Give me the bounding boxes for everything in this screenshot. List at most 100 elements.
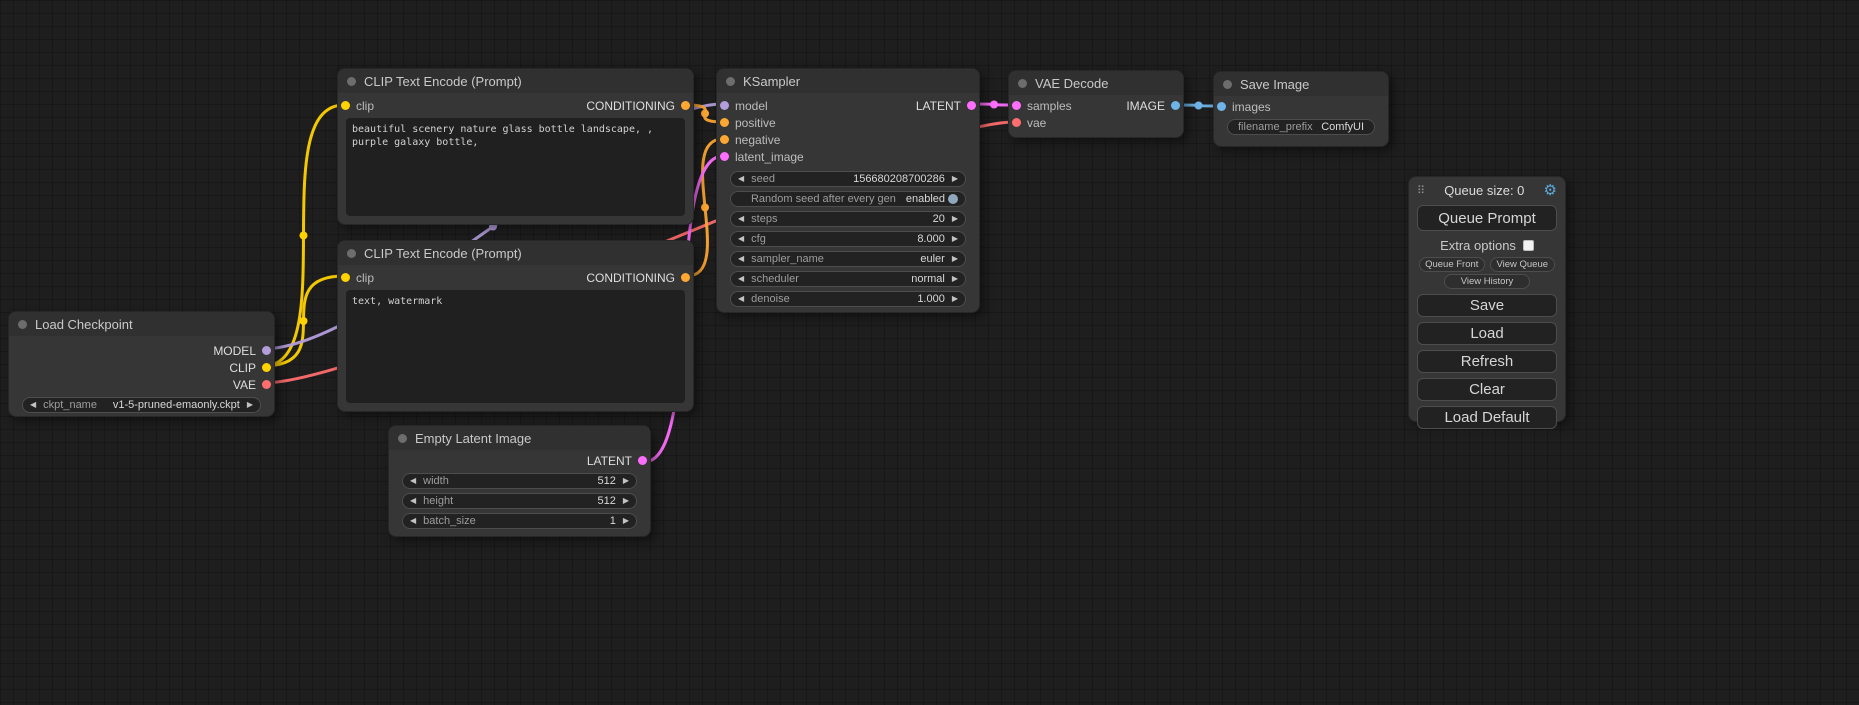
node-title: CLIP Text Encode (Prompt) xyxy=(364,246,522,261)
drag-handle-icon[interactable]: ⠿ xyxy=(1417,184,1425,197)
settings-gear-icon[interactable]: ⚙ xyxy=(1544,183,1557,198)
save-button[interactable]: Save xyxy=(1417,294,1557,317)
node-vae-decode[interactable]: VAE Decode samples IMAGE vae xyxy=(1008,70,1184,138)
view-queue-button[interactable]: View Queue xyxy=(1490,257,1556,272)
output-slot-clip[interactable] xyxy=(262,363,271,372)
node-title-bar[interactable]: CLIP Text Encode (Prompt) xyxy=(338,69,693,93)
widget-value: v1-5-pruned-emaonly.ckpt xyxy=(113,399,240,411)
output-slot-image[interactable] xyxy=(1171,101,1180,110)
collapse-dot-icon[interactable] xyxy=(347,77,356,86)
batch-size-widget[interactable]: ◀ batch_size 1 ▶ xyxy=(402,513,637,529)
height-widget[interactable]: ◀ height 512 ▶ xyxy=(402,493,637,509)
output-slot-latent[interactable] xyxy=(638,456,647,465)
filename-prefix-widget[interactable]: filename_prefix ComfyUI xyxy=(1227,119,1375,135)
decrement-arrow-icon[interactable]: ◀ xyxy=(410,477,416,485)
negative-prompt-textarea[interactable]: text, watermark xyxy=(346,290,685,403)
collapse-dot-icon[interactable] xyxy=(347,249,356,258)
toggle-dot-icon[interactable] xyxy=(948,194,958,204)
slot-label: vae xyxy=(1027,116,1046,130)
increment-arrow-icon[interactable]: ▶ xyxy=(952,175,958,183)
decrement-arrow-icon[interactable]: ◀ xyxy=(30,401,36,409)
denoise-widget[interactable]: ◀ denoise 1.000 ▶ xyxy=(730,291,966,307)
increment-arrow-icon[interactable]: ▶ xyxy=(247,401,253,409)
input-slot-clip[interactable] xyxy=(341,273,350,282)
ckpt-name-widget[interactable]: ◀ ckpt_name v1-5-pruned-emaonly.ckpt ▶ xyxy=(22,397,261,413)
slot-label: clip xyxy=(356,271,374,285)
input-slot-latent-image[interactable] xyxy=(720,152,729,161)
collapse-dot-icon[interactable] xyxy=(1223,80,1232,89)
cfg-widget[interactable]: ◀ cfg 8.000 ▶ xyxy=(730,231,966,247)
node-clip-text-encode-positive[interactable]: CLIP Text Encode (Prompt) clip CONDITION… xyxy=(337,68,694,225)
widget-label: width xyxy=(423,475,597,487)
increment-arrow-icon[interactable]: ▶ xyxy=(952,215,958,223)
widget-value: 512 xyxy=(597,475,615,487)
slot-label: LATENT xyxy=(916,99,961,113)
output-slot-conditioning[interactable] xyxy=(681,101,690,110)
node-load-checkpoint[interactable]: Load Checkpoint MODEL CLIP VAE ◀ ckpt_na… xyxy=(8,311,275,417)
output-slot-vae[interactable] xyxy=(262,380,271,389)
node-title-bar[interactable]: Save Image xyxy=(1214,72,1388,96)
increment-arrow-icon[interactable]: ▶ xyxy=(952,275,958,283)
width-widget[interactable]: ◀ width 512 ▶ xyxy=(402,473,637,489)
input-slot-model[interactable] xyxy=(720,101,729,110)
input-slot-negative[interactable] xyxy=(720,135,729,144)
collapse-dot-icon[interactable] xyxy=(1018,79,1027,88)
random-seed-toggle-widget[interactable]: Random seed after every gen enabled xyxy=(730,191,966,207)
widget-label: cfg xyxy=(751,233,917,245)
collapse-dot-icon[interactable] xyxy=(18,320,27,329)
increment-arrow-icon[interactable]: ▶ xyxy=(952,295,958,303)
node-save-image[interactable]: Save Image images filename_prefix ComfyU… xyxy=(1213,71,1389,147)
decrement-arrow-icon[interactable]: ◀ xyxy=(410,517,416,525)
load-button[interactable]: Load xyxy=(1417,322,1557,345)
slot-label: CONDITIONING xyxy=(586,271,675,285)
input-slot-vae[interactable] xyxy=(1012,118,1021,127)
increment-arrow-icon[interactable]: ▶ xyxy=(623,477,629,485)
increment-arrow-icon[interactable]: ▶ xyxy=(623,497,629,505)
clear-button[interactable]: Clear xyxy=(1417,378,1557,401)
input-slot-positive[interactable] xyxy=(720,118,729,127)
node-title-bar[interactable]: KSampler xyxy=(717,69,979,93)
load-default-button[interactable]: Load Default xyxy=(1417,406,1557,429)
increment-arrow-icon[interactable]: ▶ xyxy=(623,517,629,525)
link-midpoint-dot xyxy=(300,317,308,325)
decrement-arrow-icon[interactable]: ◀ xyxy=(738,275,744,283)
widget-value: 20 xyxy=(933,213,945,225)
seed-widget[interactable]: ◀ seed 156680208700286 ▶ xyxy=(730,171,966,187)
positive-prompt-textarea[interactable]: beautiful scenery nature glass bottle la… xyxy=(346,118,685,216)
node-title-bar[interactable]: CLIP Text Encode (Prompt) xyxy=(338,241,693,265)
increment-arrow-icon[interactable]: ▶ xyxy=(952,255,958,263)
input-slot-samples[interactable] xyxy=(1012,101,1021,110)
node-empty-latent-image[interactable]: Empty Latent Image LATENT ◀ width 512 ▶ … xyxy=(388,425,651,537)
input-slot-clip[interactable] xyxy=(341,101,350,110)
node-title-bar[interactable]: VAE Decode xyxy=(1009,71,1183,95)
view-history-button[interactable]: View History xyxy=(1444,274,1530,289)
queue-prompt-button[interactable]: Queue Prompt xyxy=(1417,205,1557,231)
steps-widget[interactable]: ◀ steps 20 ▶ xyxy=(730,211,966,227)
increment-arrow-icon[interactable]: ▶ xyxy=(952,235,958,243)
queue-size-label: Queue size: 0 xyxy=(1425,183,1543,198)
queue-front-button[interactable]: Queue Front xyxy=(1419,257,1485,272)
queue-panel: ⠿ Queue size: 0 ⚙ Queue Prompt Extra opt… xyxy=(1408,176,1566,422)
decrement-arrow-icon[interactable]: ◀ xyxy=(738,235,744,243)
output-slot-conditioning[interactable] xyxy=(681,273,690,282)
node-graph-canvas[interactable]: Load Checkpoint MODEL CLIP VAE ◀ ckpt_na… xyxy=(0,0,1859,705)
node-title-bar[interactable]: Empty Latent Image xyxy=(389,426,650,450)
extra-options-checkbox[interactable] xyxy=(1523,240,1534,251)
collapse-dot-icon[interactable] xyxy=(398,434,407,443)
collapse-dot-icon[interactable] xyxy=(726,77,735,86)
decrement-arrow-icon[interactable]: ◀ xyxy=(738,295,744,303)
decrement-arrow-icon[interactable]: ◀ xyxy=(738,215,744,223)
output-slot-model[interactable] xyxy=(262,346,271,355)
decrement-arrow-icon[interactable]: ◀ xyxy=(410,497,416,505)
input-slot-images[interactable] xyxy=(1217,102,1226,111)
sampler-name-widget[interactable]: ◀ sampler_name euler ▶ xyxy=(730,251,966,267)
node-title-bar[interactable]: Load Checkpoint xyxy=(9,312,274,336)
decrement-arrow-icon[interactable]: ◀ xyxy=(738,255,744,263)
output-slot-latent[interactable] xyxy=(967,101,976,110)
refresh-button[interactable]: Refresh xyxy=(1417,350,1557,373)
decrement-arrow-icon[interactable]: ◀ xyxy=(738,175,744,183)
node-ksampler[interactable]: KSampler model LATENT positive negative … xyxy=(716,68,980,313)
scheduler-widget[interactable]: ◀ scheduler normal ▶ xyxy=(730,271,966,287)
link-midpoint-dot xyxy=(701,204,709,212)
node-clip-text-encode-negative[interactable]: CLIP Text Encode (Prompt) clip CONDITION… xyxy=(337,240,694,412)
